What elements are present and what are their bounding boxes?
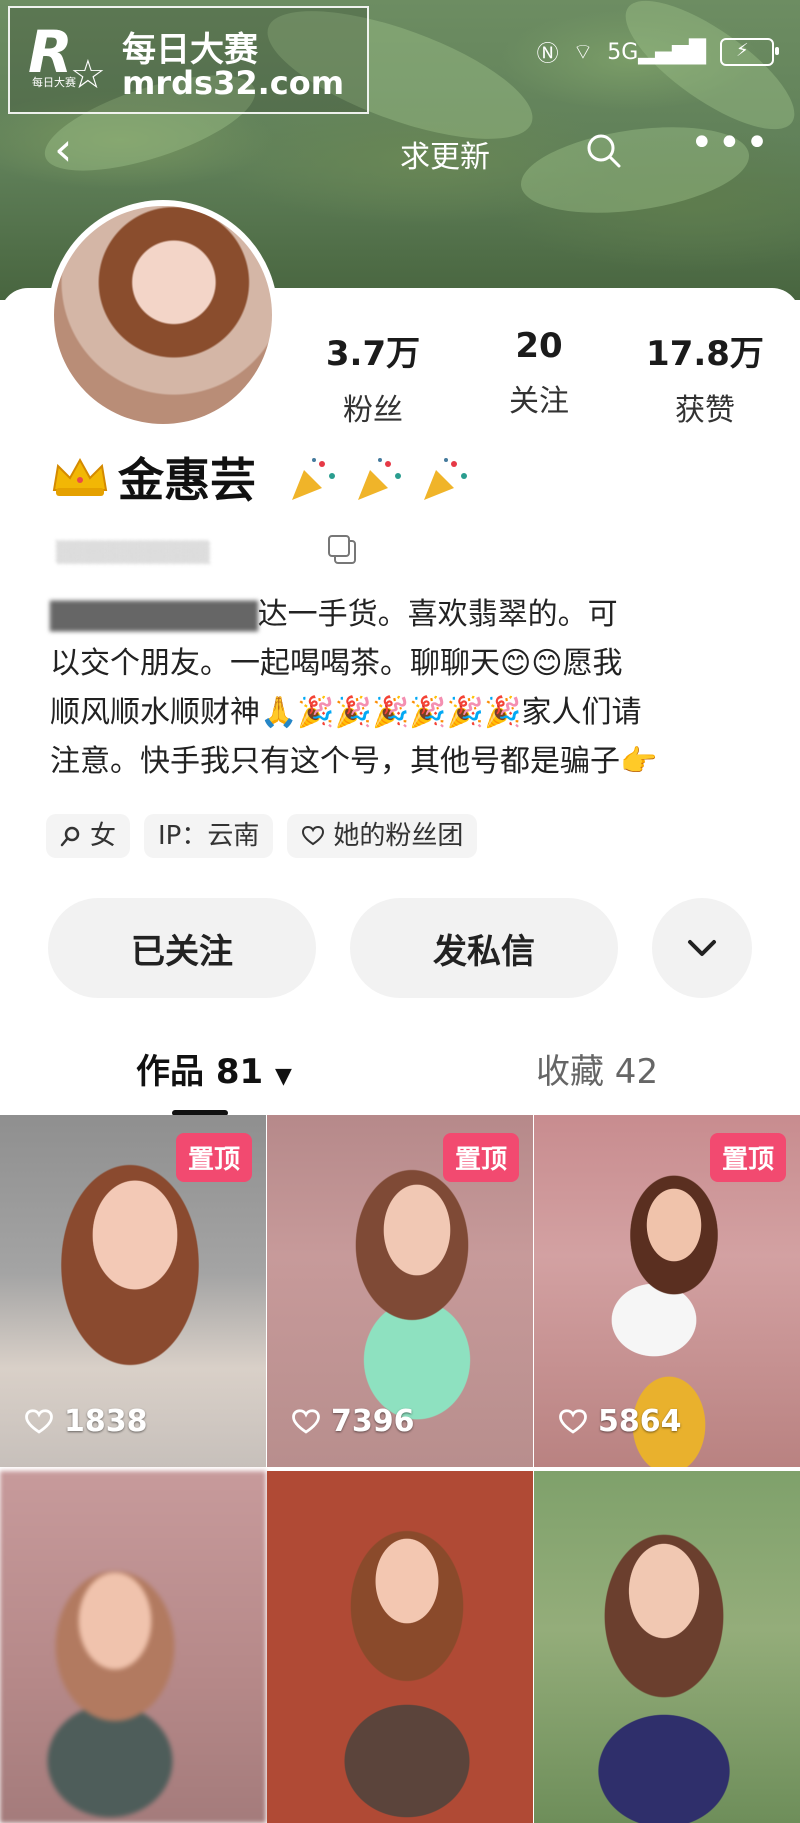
avatar-image <box>54 206 272 424</box>
back-button[interactable]: ‹ <box>54 126 72 172</box>
more-button[interactable]: ••• <box>690 123 773 163</box>
video-thumbnail <box>534 1471 800 1823</box>
battery-icon: ⚡ <box>720 38 779 66</box>
heart-icon <box>292 1408 320 1434</box>
heart-outline-icon <box>302 826 325 846</box>
video-card[interactable]: 置顶 5864 <box>534 1115 800 1467</box>
like-count: 7396 <box>291 1404 415 1439</box>
profile-actions: 已关注 发私信 <box>48 898 752 1000</box>
profile-tags: 女 IP：云南 她的粉丝团 <box>46 814 478 858</box>
stat-following[interactable]: 20 关注 <box>456 326 622 429</box>
bio-text: 注意。快手我只有这个号，其他号都是骗子 <box>50 744 620 779</box>
stat-value: 3.7万 <box>325 334 421 374</box>
crown-icon <box>52 457 108 496</box>
avatar[interactable] <box>48 200 278 430</box>
stat-likes[interactable]: 17.8万 获赞 <box>622 326 788 429</box>
chevron-down-icon <box>688 940 716 956</box>
followed-button[interactable]: 已关注 <box>48 898 316 998</box>
bio-text: 家人们请 <box>521 695 642 730</box>
watermark-logo-small: 每日大赛 <box>32 76 76 89</box>
nav-title[interactable]: 求更新 <box>400 132 490 176</box>
watermark-url: mrds32.com <box>122 64 345 102</box>
like-count-value: 5864 <box>598 1404 682 1439</box>
more-actions-button[interactable] <box>652 898 752 998</box>
stat-label: 获赞 <box>675 393 735 428</box>
bio-text: 顺风顺水顺财神 <box>50 695 260 730</box>
video-thumbnail <box>267 1471 533 1823</box>
pinned-badge: 置顶 <box>442 1133 519 1182</box>
stat-label: 关注 <box>509 384 569 419</box>
stat-value: 20 <box>515 326 563 366</box>
stat-value: 17.8万 <box>646 334 764 374</box>
tag-ip[interactable]: IP：云南 <box>144 814 274 858</box>
party-popper-icon <box>292 458 335 500</box>
pinned-badge: 置顶 <box>175 1133 252 1182</box>
tag-label: 她的粉丝团 <box>333 821 464 851</box>
profile-name: 金惠芸 <box>118 453 256 507</box>
heart-icon <box>559 1408 587 1434</box>
profile-bio: ▇▇▇▇▇▇▇▇▇达一手货。喜欢翡翠的。可 以交个朋友。一起喝喝茶。聊聊天😊😊愿… <box>50 590 756 786</box>
bio-line-2: 以交个朋友。一起喝喝茶。聊聊天😊😊愿我 <box>50 639 756 688</box>
bio-line-4: 注意。快手我只有这个号，其他号都是骗子👉 <box>50 737 756 786</box>
party-popper-icon <box>358 458 401 500</box>
like-count-value: 1838 <box>64 1404 148 1439</box>
nfc-icon: Ⓝ <box>536 42 559 67</box>
heart-icon <box>25 1408 53 1434</box>
stat-label: 粉丝 <box>343 393 403 428</box>
stat-followers[interactable]: 3.7万 粉丝 <box>290 326 456 429</box>
bio-line-3: 顺风顺水顺财神🙏🎉🎉🎉🎉🎉🎉家人们请 <box>50 688 756 737</box>
video-card[interactable]: 置顶 1838 <box>0 1115 266 1467</box>
status-bar: Ⓝ ⌔ 5G▂▄▆█ ⚡ <box>536 36 779 68</box>
search-icon <box>60 826 80 847</box>
video-card[interactable] <box>0 1471 266 1823</box>
party-emoji: 🎉🎉🎉🎉🎉🎉 <box>297 695 522 730</box>
bio-blurred-text: ▇▇▇▇▇▇▇▇▇ <box>50 597 258 632</box>
tag-gender[interactable]: 女 <box>46 814 131 858</box>
tab-favorites[interactable]: 收藏 42 <box>536 1044 658 1093</box>
video-thumbnail <box>0 1471 266 1823</box>
pray-emoji: 🙏 <box>260 695 298 730</box>
top-nav: ‹ 求更新 ••• <box>0 112 800 192</box>
tab-works[interactable]: 作品 81 ▼ <box>136 1044 292 1093</box>
bio-line-1: ▇▇▇▇▇▇▇▇▇达一手货。喜欢翡翠的。可 <box>50 590 756 639</box>
copy-icon[interactable] <box>328 535 356 564</box>
user-id-blurred: ▒▒▒▒▒▒▒▒▒▒ <box>56 540 210 564</box>
like-count-value: 7396 <box>331 1404 415 1439</box>
like-count: 1838 <box>24 1404 148 1439</box>
video-card[interactable] <box>267 1471 533 1823</box>
tag-fan-club[interactable]: 她的粉丝团 <box>287 814 478 858</box>
bio-text: 以交个朋友。一起喝喝茶。聊聊天 <box>50 646 500 681</box>
tab-label: 作品 81 <box>136 1052 264 1092</box>
video-card[interactable] <box>534 1471 800 1823</box>
pinned-badge: 置顶 <box>709 1133 786 1182</box>
search-icon[interactable] <box>583 130 623 170</box>
point-emoji: 👉 <box>620 744 658 779</box>
like-count: 5864 <box>558 1404 682 1439</box>
watermark: R ☆ 每日大赛 每日大赛 mrds32.com <box>8 6 369 114</box>
content-tabs: 作品 81 ▼ 收藏 42 <box>0 1040 800 1116</box>
bio-fragment: 达一手货。 <box>257 597 408 632</box>
video-grid: 置顶 1838 置顶 7396 置顶 5864 <box>0 1115 800 1823</box>
bio-text: 愿我 <box>562 646 623 681</box>
tag-label: 女 <box>90 821 117 851</box>
video-card[interactable]: 置顶 7396 <box>267 1115 533 1467</box>
profile-stats: 3.7万 粉丝 20 关注 17.8万 获赞 <box>290 326 790 429</box>
wifi-icon: ⌔ <box>572 40 594 65</box>
caret-down-icon: ▼ <box>275 1064 292 1089</box>
signal-icon: 5G▂▄▆█ <box>607 39 706 65</box>
party-popper-icon <box>424 458 467 500</box>
smile-emoji: 😊😊 <box>500 646 563 681</box>
tag-label: IP：云南 <box>158 821 260 851</box>
bio-text: 喜欢翡翠的。可 <box>407 597 618 632</box>
message-button[interactable]: 发私信 <box>350 898 618 998</box>
